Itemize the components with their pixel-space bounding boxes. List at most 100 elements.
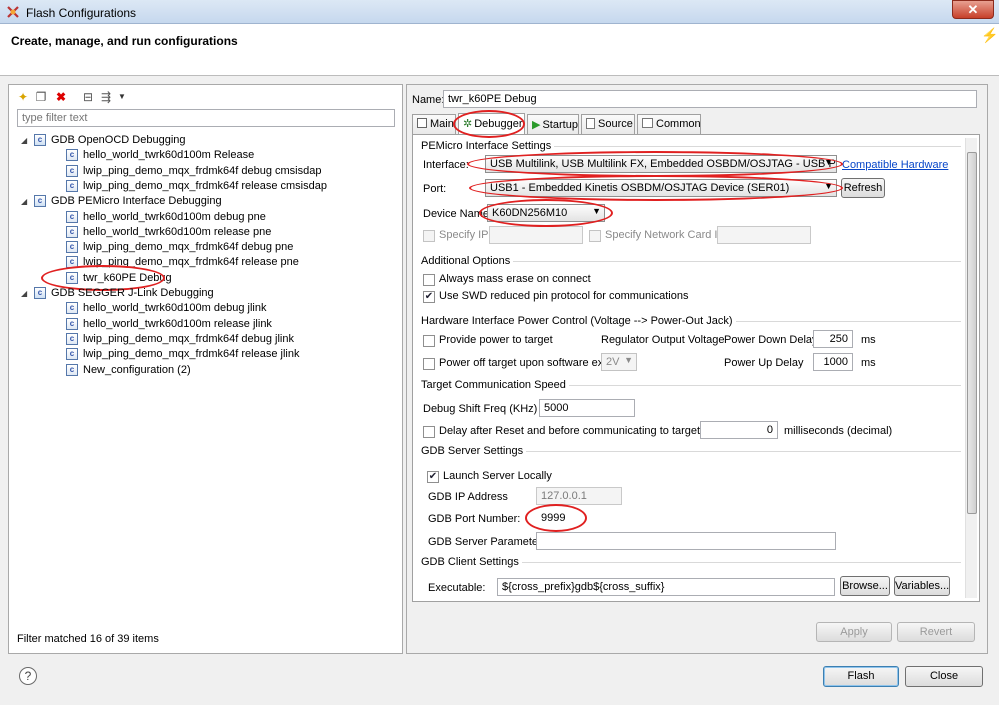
help-icon[interactable]: ? <box>19 667 37 685</box>
expand-icon[interactable]: ◢ <box>21 286 30 301</box>
tree-item[interactable]: c lwip_ping_demo_mqx_frdmk64f release jli… <box>9 347 389 362</box>
configuration-tree-pane: ✦ ❐ ✖ ⊟ ⇶ ▼ ◢cGDB OpenOCD Debuggingchell… <box>8 84 403 654</box>
tree-item-label: lwip_ping_demo_mqx_frdmk64f release jlin… <box>83 348 300 360</box>
tree-folder[interactable]: ◢ c GDB SEGGER J-Link Debugging <box>9 286 389 301</box>
tree-item[interactable]: c New_configuration (2) <box>9 363 389 378</box>
chevron-down-icon: ▼ <box>824 181 833 191</box>
delay-reset-input[interactable]: 0 <box>700 421 778 439</box>
gdb-server-group: GDB Server Settings <box>421 445 961 457</box>
chevron-down-icon: ▼ <box>824 157 833 167</box>
regulator-voltage-label: Regulator Output Voltage <box>601 334 725 346</box>
executable-label: Executable: <box>428 582 486 594</box>
duplicate-icon[interactable]: ❐ <box>34 90 48 104</box>
launch-server-checkbox[interactable]: ✔ <box>427 471 439 483</box>
revert-button[interactable]: Revert <box>897 622 975 642</box>
tree-item-label: New_configuration (2) <box>83 364 191 376</box>
variables-button[interactable]: Variables... <box>894 576 950 596</box>
configuration-editor: Name: twr_k60PE Debug Main ✲ Debugger ▶ St… <box>406 84 988 654</box>
specify-nic-checkbox[interactable] <box>589 230 601 242</box>
power-control-title: Hardware Interface Power Control (Voltag… <box>421 315 736 327</box>
interface-combo[interactable]: USB Multilink, USB Multilink FX, Embedde… <box>485 155 837 173</box>
app-icon <box>7 6 19 18</box>
tree-item-label: twr_k60PE Debug <box>83 272 172 284</box>
tree-item-label: lwip_ping_demo_mqx_frdmk64f release pne <box>83 256 299 268</box>
gdb-ip-input[interactable]: 127.0.0.1 <box>536 487 622 505</box>
close-button[interactable]: Close <box>905 666 983 687</box>
tree-item[interactable]: c hello_world_twrk60d100m release jlink <box>9 317 389 332</box>
nic-ip-input[interactable] <box>717 226 811 244</box>
tab-startup[interactable]: ▶ Startup <box>527 114 579 134</box>
additional-options-title: Additional Options <box>421 255 514 267</box>
filter-icon[interactable]: ⇶ <box>99 90 113 104</box>
scrollbar-thumb[interactable] <box>967 152 977 514</box>
config-type-icon: c <box>34 134 46 146</box>
device-name-combo[interactable]: K60DN256M10 ▼ <box>487 204 605 222</box>
refresh-button[interactable]: Refresh <box>841 178 885 198</box>
power-off-checkbox[interactable] <box>423 358 435 370</box>
tree-item[interactable]: c lwip_ping_demo_mqx_frdmk64f debug pne <box>9 240 389 255</box>
config-icon: c <box>66 256 78 268</box>
name-input[interactable]: twr_k60PE Debug <box>443 90 977 108</box>
tree-folder[interactable]: ◢ c GDB PEMicro Interface Debugging <box>9 194 389 209</box>
tab-source[interactable]: Source <box>581 114 635 134</box>
filter-dropdown-icon[interactable]: ▼ <box>115 90 129 104</box>
browse-button[interactable]: Browse... <box>840 576 890 596</box>
power-off-label: Power off target upon software exit <box>439 357 609 369</box>
tree-item[interactable]: c twr_k60PE Debug <box>9 265 389 291</box>
power-up-delay-input[interactable]: 1000 <box>813 353 853 371</box>
pemicro-settings-group: PEMicro Interface Settings <box>421 140 961 152</box>
apply-button[interactable]: Apply <box>816 622 892 642</box>
startup-tab-icon: ▶ <box>532 119 541 131</box>
config-icon: c <box>66 318 78 330</box>
specify-ip-label: Specify IP <box>439 229 489 241</box>
power-down-unit: ms <box>861 334 876 346</box>
power-down-delay-input[interactable]: 250 <box>813 330 853 348</box>
specify-ip-checkbox[interactable] <box>423 230 435 242</box>
lightning-icon: ⚡ <box>981 27 999 43</box>
tree-item[interactable]: c lwip_ping_demo_mqx_frdmk64f release cms… <box>9 179 389 194</box>
tree-item-label: GDB OpenOCD Debugging <box>51 134 186 146</box>
provide-power-checkbox[interactable] <box>423 335 435 347</box>
tab-debugger[interactable]: ✲ Debugger <box>458 113 525 134</box>
tree-item[interactable]: c lwip_ping_demo_mqx_frdmk64f debug cmsis… <box>9 164 389 179</box>
gdb-server-params-input[interactable] <box>536 532 836 550</box>
gdb-client-group: GDB Client Settings <box>421 556 961 568</box>
tree-item[interactable]: c hello_world_twrk60d100m Release <box>9 148 389 163</box>
collapse-all-icon[interactable]: ⊟ <box>81 90 95 104</box>
expand-icon[interactable]: ◢ <box>21 194 30 209</box>
window-close-button[interactable]: ✕ <box>952 0 994 19</box>
source-tab-icon <box>586 118 595 129</box>
mass-erase-checkbox[interactable] <box>423 274 435 286</box>
voltage-combo[interactable]: 2V ▼ <box>601 353 637 371</box>
tree-item[interactable]: c lwip_ping_demo_mqx_frdmk64f debug jlink <box>9 332 389 347</box>
filter-input[interactable] <box>17 109 395 127</box>
provide-power-label: Provide power to target <box>439 334 553 346</box>
executable-input[interactable]: ${cross_prefix}gdb${cross_suffix} <box>497 578 835 596</box>
tree-folder[interactable]: ◢ c GDB OpenOCD Debugging <box>9 133 389 148</box>
main-tab-icon <box>417 118 427 128</box>
gdb-port-label: GDB Port Number: <box>428 513 521 525</box>
port-combo[interactable]: USB1 - Embedded Kinetis OSBDM/OSJTAG Dev… <box>485 179 837 197</box>
compatible-hardware-link[interactable]: Compatible Hardware <box>842 159 948 171</box>
shift-freq-input[interactable]: 5000 <box>539 399 635 417</box>
vertical-scrollbar[interactable] <box>965 138 977 598</box>
config-icon: c <box>66 180 78 192</box>
config-icon: c <box>66 348 78 360</box>
gdb-port-input[interactable]: 9999 <box>536 509 586 527</box>
delay-reset-checkbox[interactable] <box>423 426 435 438</box>
swd-checkbox[interactable]: ✔ <box>423 291 435 303</box>
title-bar: Flash Configurations ✕ <box>0 0 999 24</box>
tree-item[interactable]: c lwip_ping_demo_mqx_frdmk64f release pne <box>9 255 389 270</box>
tree-item[interactable]: c hello_world_twrk60d100m release pne <box>9 225 389 240</box>
expand-icon[interactable]: ◢ <box>21 133 30 148</box>
tab-common[interactable]: Common <box>637 114 701 134</box>
tree-item[interactable]: c hello_world_twrk60d100m debug jlink <box>9 301 389 316</box>
new-config-icon[interactable]: ✦ <box>16 90 30 104</box>
config-icon: c <box>66 211 78 223</box>
tab-main[interactable]: Main <box>412 114 456 134</box>
flash-button[interactable]: Flash <box>823 666 899 687</box>
ip-address-input[interactable] <box>489 226 583 244</box>
tree-item[interactable]: c hello_world_twrk60d100m debug pne <box>9 210 389 225</box>
tree-item-label: hello_world_twrk60d100m release pne <box>83 226 272 238</box>
delete-icon[interactable]: ✖ <box>54 90 68 104</box>
